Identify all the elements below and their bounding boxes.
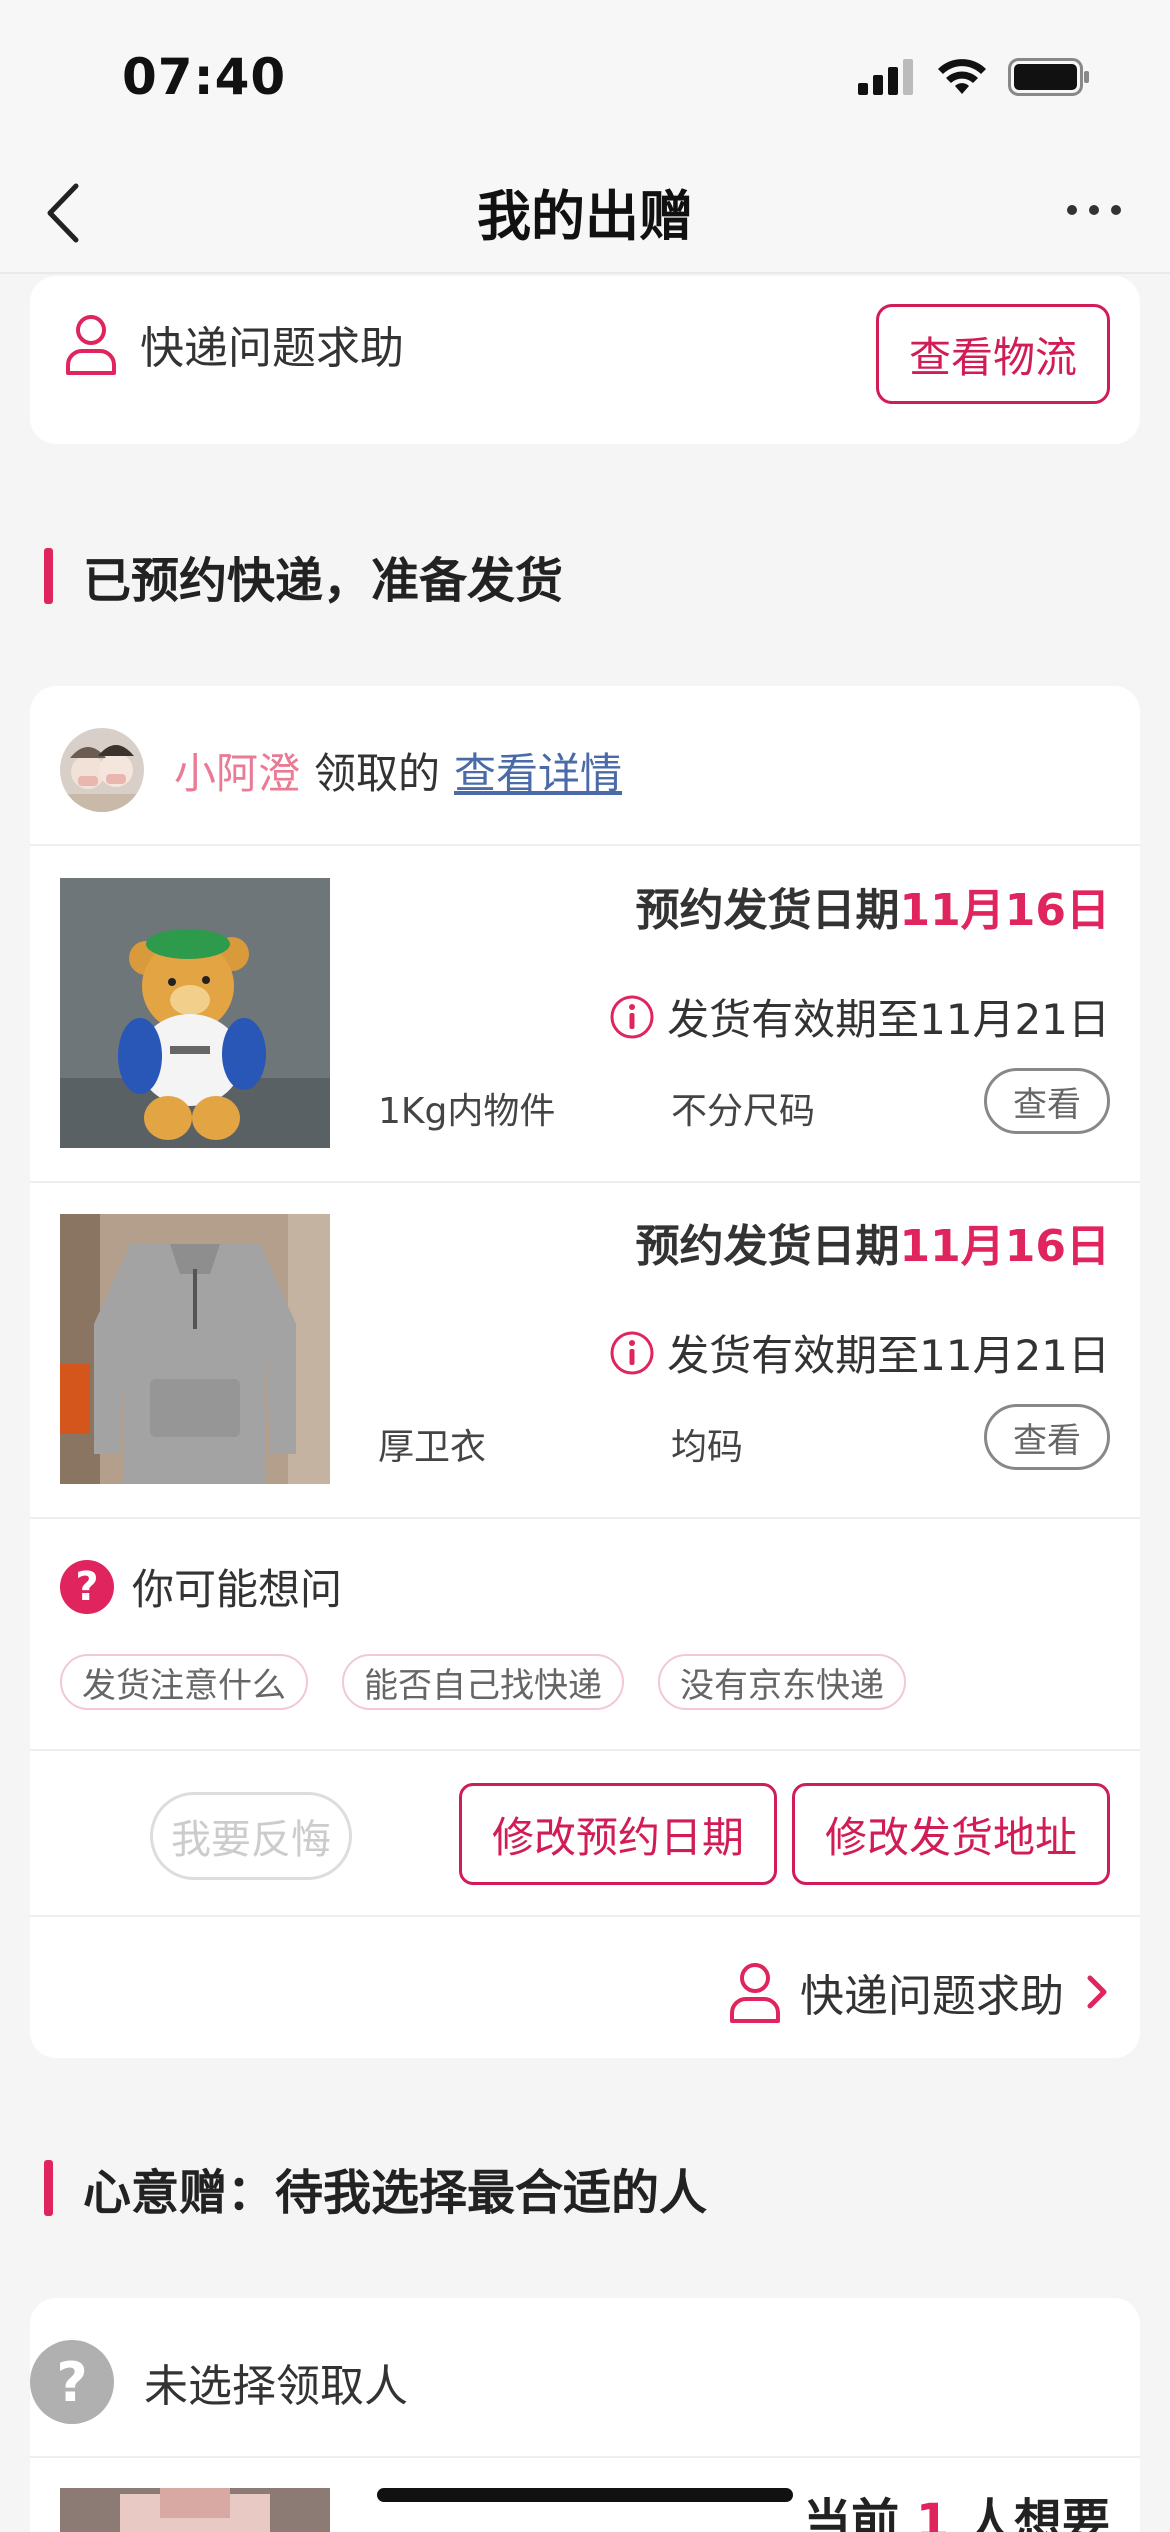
- validity-row: 发货有效期至11月21日: [609, 986, 1110, 1047]
- validity-text: 发货有效期至11月21日: [667, 1331, 1110, 1380]
- list-item: 预约发货日期11月16日 发货有效期至11月21日 厚卫衣 均码 查看: [30, 1182, 1140, 1517]
- change-address-button[interactable]: 修改发货地址: [792, 1783, 1110, 1885]
- chevron-right-icon: [1087, 1975, 1107, 2009]
- view-item-button[interactable]: 查看: [984, 1404, 1110, 1470]
- page-title: 我的出赠: [477, 185, 693, 248]
- status-icons: [858, 52, 1090, 102]
- ship-date-label: 预约发货日期: [635, 1221, 900, 1272]
- info-icon: [610, 1331, 654, 1374]
- teddy-bear-image[interactable]: [60, 878, 330, 1148]
- unselected-row: ? 未选择领取人: [30, 2340, 408, 2424]
- faq-chip[interactable]: 能否自己找快递: [342, 1654, 624, 1710]
- divider: [30, 2456, 1140, 2458]
- unselected-text: 未选择领取人: [144, 2361, 408, 2412]
- regret-button[interactable]: 我要反悔: [150, 1792, 352, 1880]
- divider: [30, 1749, 1140, 1751]
- section-title-text: 已预约快递，准备发货: [83, 553, 564, 609]
- validity-text: 发货有效期至11月21日: [667, 995, 1110, 1044]
- ship-date: 预约发货日期11月16日: [636, 1210, 1110, 1274]
- logistics-card: 快递问题求助 查看物流: [30, 276, 1140, 444]
- item-size: 均码: [671, 1427, 744, 1468]
- faq-chip[interactable]: 没有京东快递: [658, 1654, 906, 1710]
- validity-row: 发货有效期至11月21日: [609, 1322, 1110, 1383]
- status-time: 07:40: [122, 48, 287, 106]
- ship-date-value: 11月16日: [899, 1221, 1110, 1272]
- person-icon: [730, 1963, 780, 2023]
- ship-date-value: 11月16日: [899, 885, 1110, 936]
- section-accent-bar: [44, 2160, 53, 2216]
- want-number: 1: [915, 2494, 950, 2532]
- status-bar: 07:40: [0, 0, 1170, 150]
- faq-chip[interactable]: 发货注意什么: [60, 1654, 308, 1710]
- question-icon: ?: [60, 1559, 114, 1614]
- question-icon: ?: [30, 2340, 114, 2424]
- pending-item-image[interactable]: [60, 2488, 330, 2532]
- receiver-row: 小阿澄 领取的 查看详情: [60, 728, 622, 812]
- person-icon: [66, 315, 116, 375]
- item-name: 1Kg内物件: [378, 1091, 556, 1132]
- faq-title: 你可能想问: [132, 1565, 343, 1614]
- section-title-gift: 心意赠：待我选择最合适的人: [44, 2160, 707, 2221]
- list-item: 预约发货日期11月16日 发货有效期至11月21日 1Kg内物件 不分尺码 查看: [30, 846, 1140, 1181]
- battery-icon: [1008, 58, 1089, 96]
- courier-help-bottom[interactable]: 快递问题求助: [728, 1960, 1110, 2024]
- divider: [30, 1915, 1140, 1917]
- info-icon: [610, 995, 654, 1038]
- change-date-button[interactable]: 修改预约日期: [459, 1783, 777, 1885]
- sweatshirt-image[interactable]: [60, 1214, 330, 1484]
- view-item-button[interactable]: 查看: [984, 1068, 1110, 1134]
- ship-date: 预约发货日期11月16日: [636, 874, 1110, 938]
- courier-help-label: 快递问题求助: [800, 1971, 1064, 2022]
- wifi-icon: [938, 59, 986, 94]
- view-details-link[interactable]: 查看详情: [454, 740, 622, 801]
- signal-icon: [858, 59, 913, 95]
- section-title-shipping: 已预约快递，准备发货: [44, 548, 563, 609]
- want-count: 当前 1 人想要: [803, 2482, 1110, 2532]
- faq-chips: 发货注意什么 能否自己找快递 没有京东快递: [60, 1654, 906, 1710]
- want-prefix: 当前: [803, 2494, 900, 2532]
- section-accent-bar: [44, 548, 53, 604]
- receiver-verb: 领取的: [314, 748, 441, 798]
- courier-help[interactable]: 快递问题求助: [64, 312, 404, 376]
- item-size: 不分尺码: [671, 1091, 816, 1132]
- item-name: 厚卫衣: [378, 1427, 487, 1468]
- section-title-text: 心意赠：待我选择最合适的人: [83, 2165, 708, 2221]
- home-indicator: [377, 2488, 793, 2502]
- avatar: [60, 728, 144, 812]
- navigation-bar: 我的出赠: [0, 150, 1170, 274]
- ship-date-label: 预约发货日期: [635, 885, 900, 936]
- more-icon[interactable]: [1064, 190, 1124, 230]
- divider: [30, 1517, 1140, 1519]
- courier-help-label: 快递问题求助: [140, 323, 404, 374]
- view-logistics-button[interactable]: 查看物流: [876, 304, 1110, 404]
- receiver-name[interactable]: 小阿澄: [174, 740, 300, 801]
- want-suffix: 人想要: [965, 2494, 1110, 2532]
- faq-header: ? 你可能想问: [60, 1556, 342, 1617]
